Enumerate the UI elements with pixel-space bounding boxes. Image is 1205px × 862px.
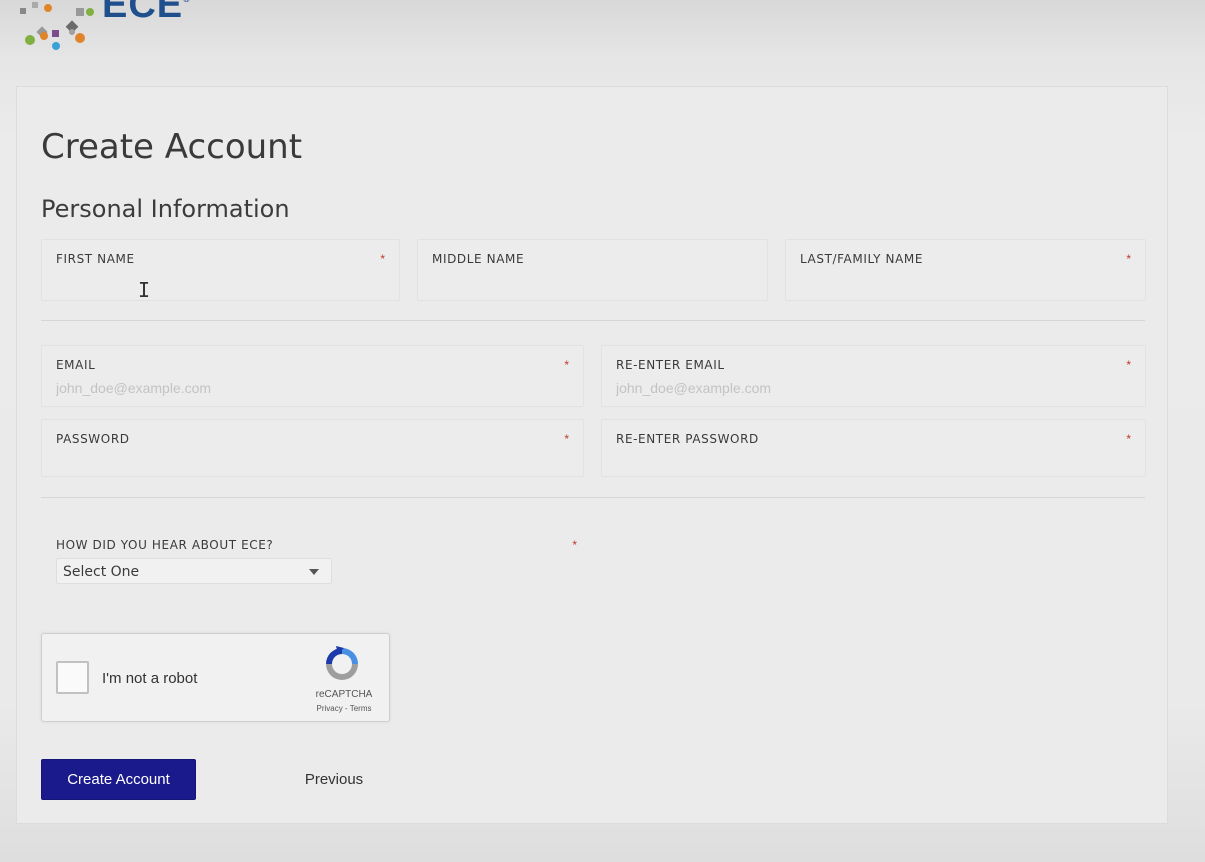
text-cursor-icon: I: [138, 278, 151, 302]
last-name-label: LAST/FAMILY NAME: [800, 252, 924, 266]
last-name-input[interactable]: [800, 272, 1131, 292]
create-account-form: Create Account Personal Information FIRS…: [16, 86, 1168, 824]
last-name-field[interactable]: LAST/FAMILY NAME *: [785, 239, 1146, 301]
first-name-label: FIRST NAME: [56, 252, 135, 266]
first-name-field[interactable]: FIRST NAME *: [41, 239, 400, 301]
divider: [41, 497, 1145, 498]
reenter-email-field[interactable]: RE-ENTER EMAIL *: [601, 345, 1146, 407]
required-marker: *: [380, 252, 385, 266]
referral-field: HOW DID YOU HEAR ABOUT ECE? * Select One: [41, 527, 592, 587]
recaptcha-label: I'm not a robot: [102, 670, 198, 687]
password-label: PASSWORD: [56, 432, 130, 446]
section-title: Personal Information: [41, 195, 290, 223]
required-marker: *: [572, 538, 577, 552]
middle-name-input[interactable]: [432, 272, 753, 292]
previous-button[interactable]: Previous: [287, 759, 381, 800]
referral-label: HOW DID YOU HEAR ABOUT ECE?: [56, 538, 274, 552]
recaptcha-widget: I'm not a robot reCAPTCHA Privacy - Term…: [41, 633, 390, 722]
required-marker: *: [564, 358, 569, 372]
recaptcha-privacy-terms-link[interactable]: Privacy - Terms: [304, 704, 384, 713]
email-field[interactable]: EMAIL *: [41, 345, 584, 407]
referral-selected-value: Select One: [63, 564, 140, 580]
divider: [41, 320, 1145, 321]
referral-select[interactable]: Select One: [56, 558, 332, 584]
reenter-password-label: RE-ENTER PASSWORD: [616, 432, 759, 446]
logo-text: ECE: [102, 0, 184, 26]
middle-name-label: MIDDLE NAME: [432, 252, 525, 266]
email-input[interactable]: [56, 378, 569, 398]
reenter-email-input[interactable]: [616, 378, 1131, 398]
logo-registered-mark: ®: [183, 0, 191, 4]
middle-name-field[interactable]: MIDDLE NAME: [417, 239, 768, 301]
password-input[interactable]: [56, 452, 569, 472]
required-marker: *: [1126, 432, 1131, 446]
recaptcha-checkbox[interactable]: [56, 661, 89, 694]
required-marker: *: [564, 432, 569, 446]
recaptcha-logo-icon: [326, 646, 358, 680]
email-label: EMAIL: [56, 358, 96, 372]
chevron-down-icon: [309, 569, 319, 575]
ece-logo: ECE®: [16, 0, 216, 54]
first-name-input[interactable]: [56, 272, 385, 292]
required-marker: *: [1126, 358, 1131, 372]
password-field[interactable]: PASSWORD *: [41, 419, 584, 477]
create-account-button[interactable]: Create Account: [41, 759, 196, 800]
reenter-email-label: RE-ENTER EMAIL: [616, 358, 725, 372]
recaptcha-brand: reCAPTCHA: [315, 689, 373, 700]
logo-mark-icon: [20, 2, 94, 50]
reenter-password-input[interactable]: [616, 452, 1131, 472]
reenter-password-field[interactable]: RE-ENTER PASSWORD *: [601, 419, 1146, 477]
page-title: Create Account: [41, 127, 303, 167]
required-marker: *: [1126, 252, 1131, 266]
